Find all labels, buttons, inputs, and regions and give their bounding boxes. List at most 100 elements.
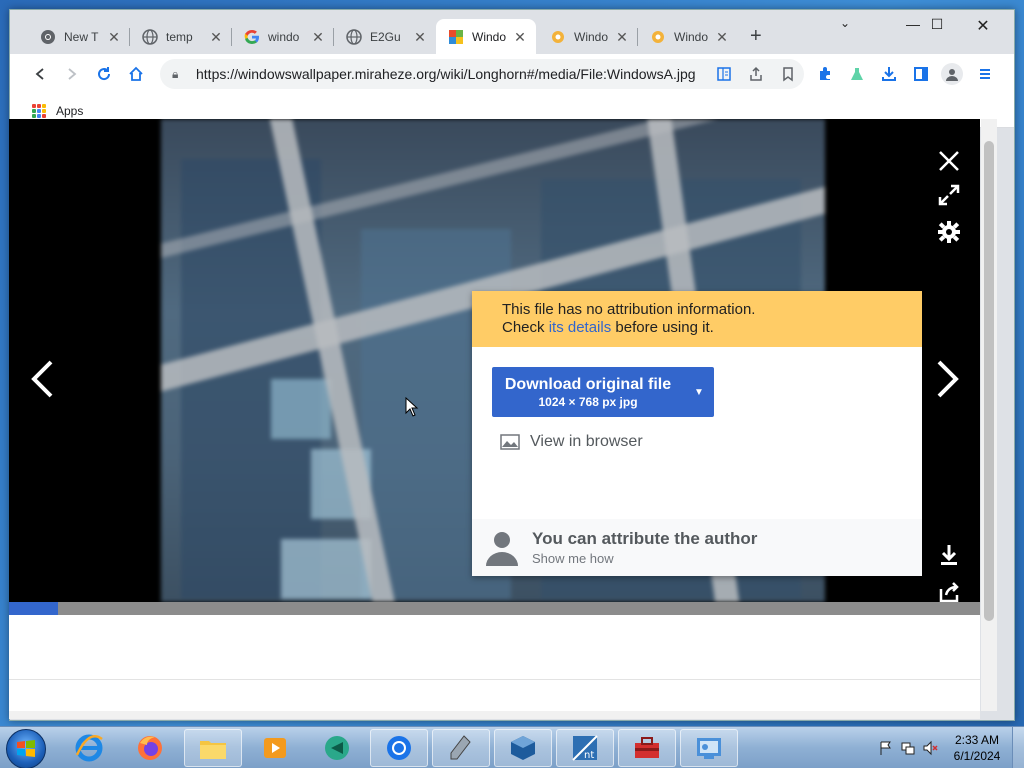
close-tab-icon[interactable]: ✕	[614, 29, 630, 46]
control-panel-icon[interactable]	[680, 729, 738, 767]
reading-mode-icon[interactable]	[708, 59, 740, 89]
file-explorer-icon[interactable]	[184, 729, 242, 767]
close-viewer-icon[interactable]	[935, 147, 963, 175]
globe-icon	[142, 29, 158, 45]
tab-windowswallpaper-active[interactable]: Windo ✕	[436, 19, 536, 55]
bookmark-star-icon[interactable]	[772, 59, 804, 89]
download-viewer-icon[interactable]	[935, 541, 963, 569]
progress-fill	[9, 602, 58, 615]
chromium-icon[interactable]	[370, 729, 428, 767]
close-tab-icon[interactable]: ✕	[208, 29, 224, 46]
apps-bookmark[interactable]: Apps	[56, 104, 83, 118]
tab-title: Windo	[674, 30, 709, 44]
attribution-title: You can attribute the author	[532, 529, 758, 548]
view-in-browser-link[interactable]: View in browser	[500, 433, 643, 451]
back-arrow-icon	[35, 68, 44, 80]
tab-strip: New T ✕ temp ✕ windo ✕ E2Gu ✕ Windo ✕ Wi…	[10, 10, 1014, 55]
its-details-link[interactable]: its details	[549, 319, 612, 336]
taskbar: nt 2:33 AM 6/1/2024	[0, 726, 1024, 768]
volume-muted-icon[interactable]	[922, 740, 938, 756]
content-divider	[9, 679, 980, 680]
filmstrip-progress-bar[interactable]	[9, 602, 980, 615]
tab-google-search[interactable]: windo ✕	[232, 19, 334, 55]
close-tab-icon[interactable]: ✕	[310, 29, 326, 46]
internet-explorer-icon[interactable]	[60, 729, 118, 767]
new-tab-button[interactable]: +	[750, 25, 762, 48]
network-icon[interactable]	[900, 740, 916, 756]
chrome-icon	[40, 29, 56, 45]
virtualbox-icon[interactable]	[494, 729, 552, 767]
back-button[interactable]	[30, 64, 50, 84]
reload-icon	[98, 67, 111, 81]
start-button[interactable]	[6, 729, 46, 768]
share-icon[interactable]	[740, 59, 772, 89]
close-tab-icon[interactable]: ✕	[512, 29, 528, 46]
download-size-label: 1024 × 768 px jpg	[538, 394, 638, 409]
windows-logo-icon	[17, 740, 35, 757]
tab-windows-miraheze-2[interactable]: Windo ✕	[638, 19, 738, 55]
tab-search-icon[interactable]: ⌄	[822, 16, 868, 30]
forward-arrow-icon	[68, 68, 77, 80]
side-panel-icon[interactable]	[911, 64, 931, 84]
tab-new-tab[interactable]: New T ✕	[28, 19, 130, 55]
page-content: This file has no attribution information…	[9, 119, 980, 711]
toolbox-icon[interactable]	[618, 729, 676, 767]
attribution-section[interactable]: You can attribute the author Show me how	[472, 519, 922, 576]
clock-date: 6/1/2024	[953, 749, 1001, 763]
svg-text:nt: nt	[584, 750, 594, 761]
apps-grid-icon[interactable]	[32, 103, 46, 118]
clock[interactable]: 2:33 AM 6/1/2024	[942, 732, 1012, 764]
tab-temp[interactable]: temp ✕	[130, 19, 232, 55]
forward-button[interactable]	[62, 64, 82, 84]
close-tab-icon[interactable]: ✕	[106, 29, 122, 46]
maximize-button[interactable]: ☐	[914, 16, 960, 33]
mouse-cursor-icon	[405, 397, 419, 417]
attribution-warning: This file has no attribution information…	[472, 291, 922, 347]
reload-button[interactable]	[94, 64, 114, 84]
show-desktop-button[interactable]	[1012, 727, 1024, 768]
menu-icon[interactable]	[975, 64, 995, 84]
warning-prefix: Check	[502, 319, 549, 336]
close-window-button[interactable]: ✕	[960, 16, 1006, 36]
fullscreen-icon[interactable]	[935, 181, 963, 209]
tab-title: Windo	[472, 30, 507, 44]
action-center-flag-icon[interactable]	[878, 740, 894, 756]
share-viewer-icon[interactable]	[935, 578, 963, 602]
show-me-how-link[interactable]: Show me how	[532, 551, 757, 566]
globe-icon	[346, 29, 362, 45]
view-in-browser-label[interactable]: View in browser	[530, 433, 643, 451]
profile-avatar-icon[interactable]	[941, 63, 963, 85]
previous-image-arrow-icon[interactable]	[27, 359, 57, 399]
close-tab-icon[interactable]: ✕	[714, 29, 730, 46]
media-viewer: This file has no attribution information…	[9, 119, 980, 602]
lock-icon[interactable]: 🔒︎	[172, 67, 186, 82]
warning-line-1: This file has no attribution information…	[502, 301, 756, 318]
tab-windows-miraheze-1[interactable]: Windo ✕	[538, 19, 638, 55]
firefox-icon[interactable]	[121, 729, 179, 767]
horizontal-scrollbar[interactable]	[9, 711, 980, 719]
pen-tool-icon[interactable]	[432, 729, 490, 767]
system-tray: 2:33 AM 6/1/2024	[878, 727, 1024, 768]
miraheze-icon	[650, 29, 666, 45]
teal-app-icon[interactable]	[308, 729, 366, 767]
miraheze-icon	[550, 29, 566, 45]
dropdown-caret-icon[interactable]: ▼	[684, 387, 714, 398]
scrollbar-thumb[interactable]	[984, 141, 994, 621]
home-icon	[129, 66, 143, 81]
tab-title: New T	[64, 30, 99, 44]
download-original-button[interactable]: Download original file 1024 × 768 px jpg…	[492, 367, 714, 417]
tab-e2gu[interactable]: E2Gu ✕	[334, 19, 436, 55]
wallpaper-favicon	[448, 29, 464, 45]
network-tool-icon[interactable]: nt	[556, 729, 614, 767]
settings-gear-icon[interactable]	[935, 218, 963, 246]
vertical-scrollbar[interactable]	[981, 119, 997, 711]
home-button[interactable]	[126, 64, 146, 84]
url-text[interactable]: https://windowswallpaper.miraheze.org/wi…	[196, 66, 708, 82]
address-bar[interactable]: 🔒︎ https://windowswallpaper.miraheze.org…	[160, 59, 804, 89]
download-icon[interactable]	[879, 64, 899, 84]
extensions-icon[interactable]	[815, 64, 835, 84]
flask-extension-icon[interactable]	[847, 64, 867, 84]
close-tab-icon[interactable]: ✕	[412, 29, 428, 46]
next-image-arrow-icon[interactable]	[933, 359, 963, 399]
media-player-icon[interactable]	[246, 729, 304, 767]
